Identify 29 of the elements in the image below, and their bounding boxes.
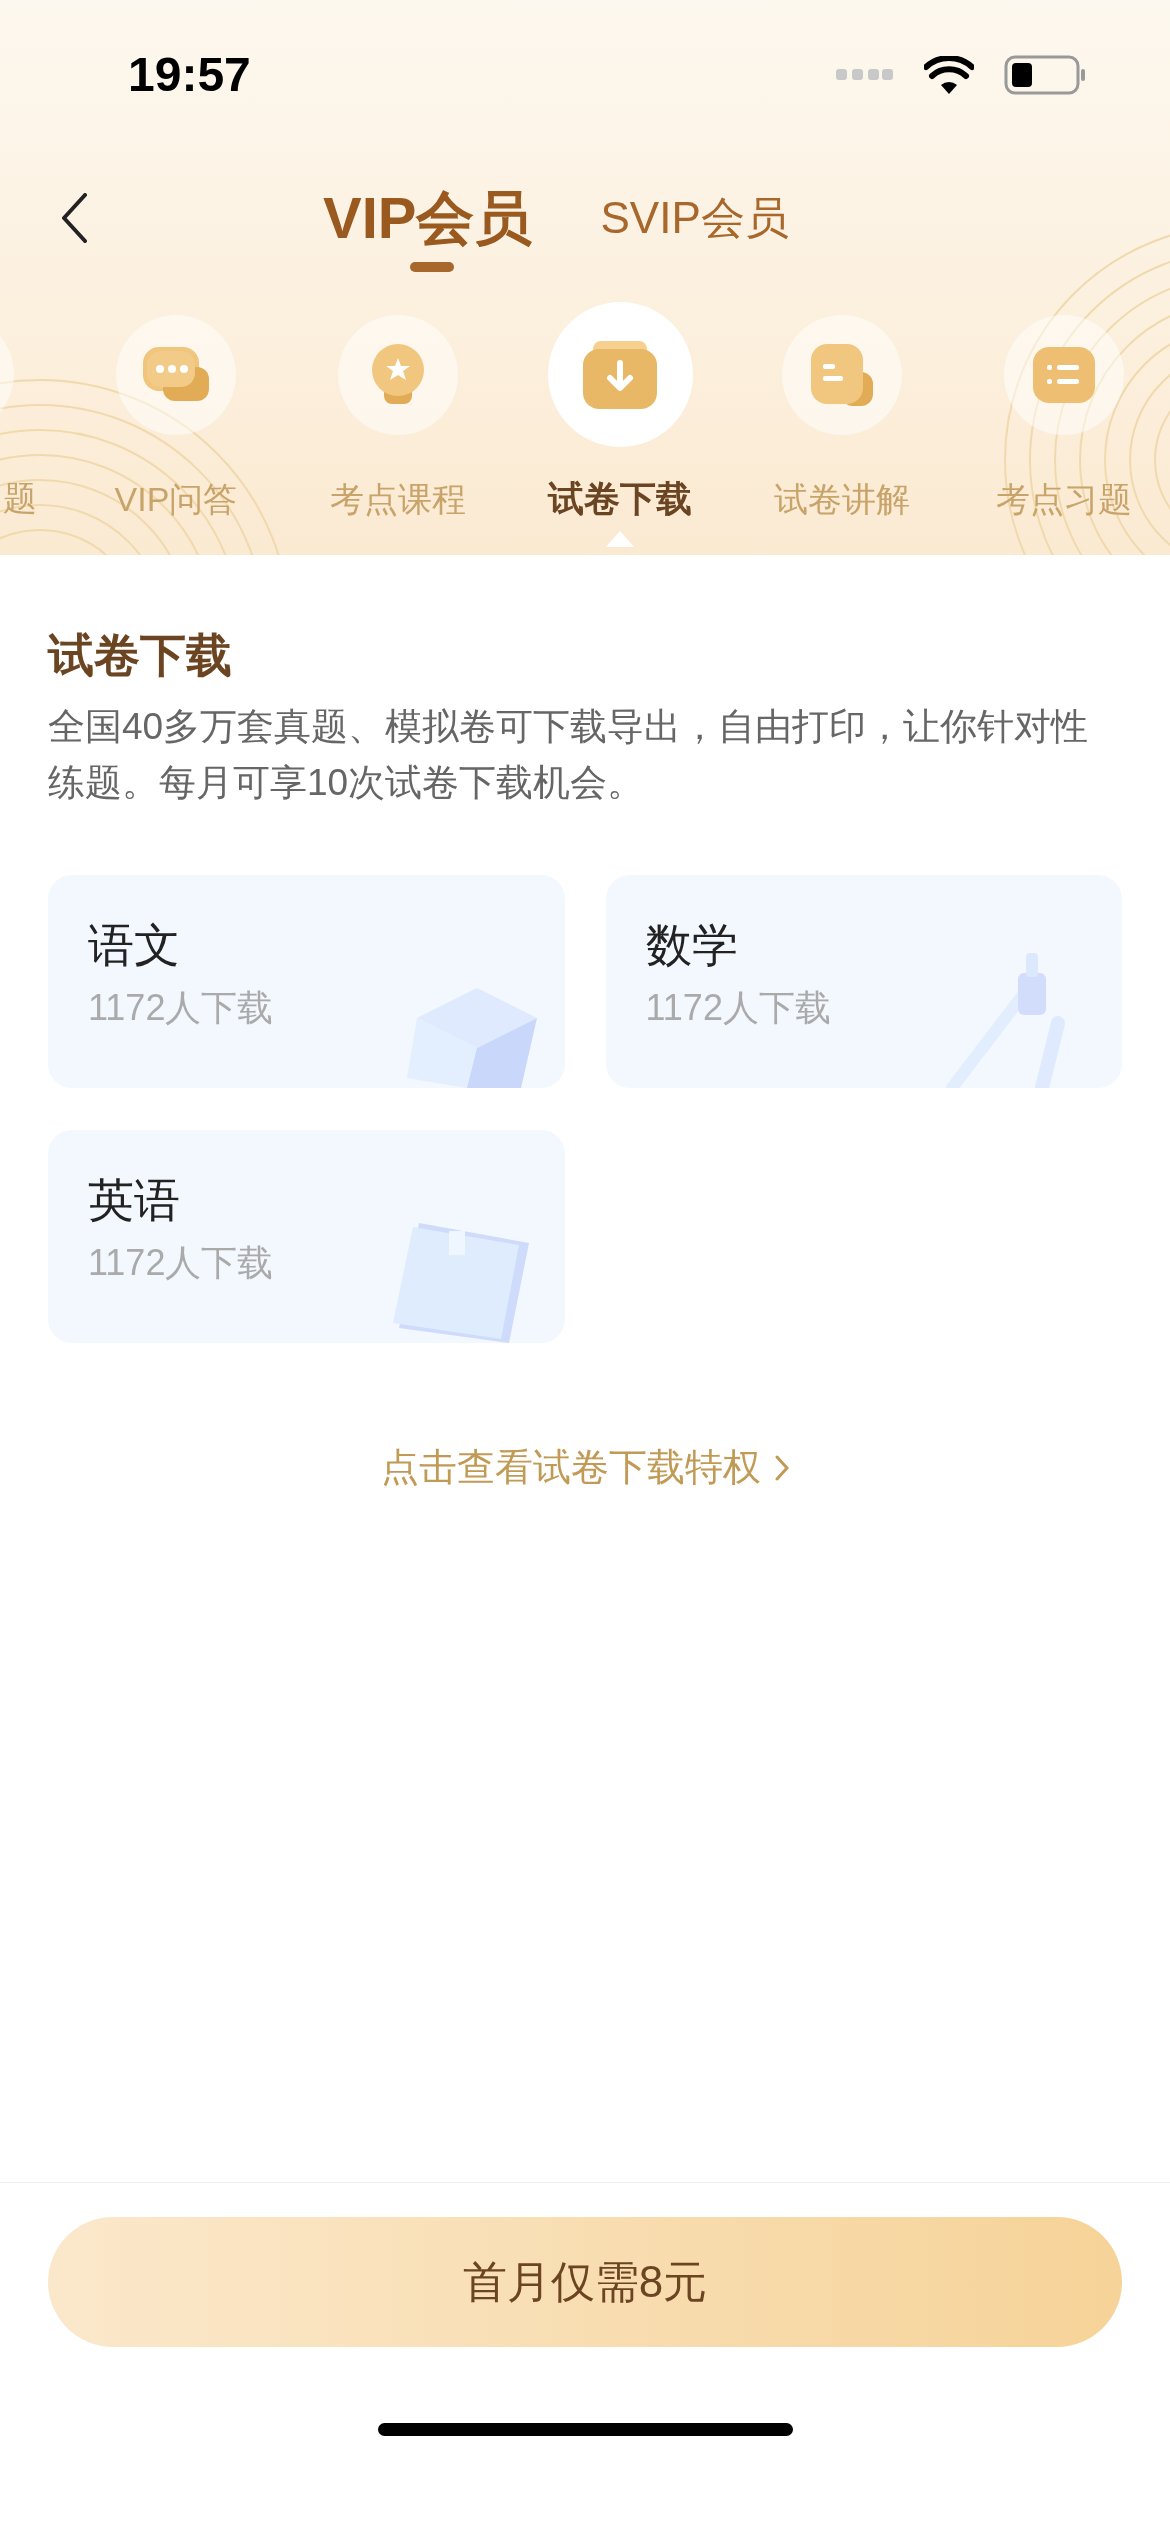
pointer-triangle-icon bbox=[606, 531, 634, 547]
section-description: 全国40多万套真题、模拟卷可下载导出，自由打印，让你针对性练题。每月可享10次试卷下载机会。 bbox=[48, 705, 1090, 805]
tab-indicator bbox=[410, 262, 454, 272]
download-count: 1172人下载 bbox=[645, 986, 832, 1030]
lightbulb-icon bbox=[370, 343, 426, 406]
chat-bubble-icon bbox=[143, 346, 209, 403]
document-icon bbox=[811, 343, 873, 406]
subject-name: 语文 bbox=[88, 918, 181, 973]
subscribe-button[interactable]: 首月仅需8元 bbox=[48, 2217, 1122, 2347]
download-count: 1172人下载 bbox=[88, 986, 275, 1030]
membership-tab[interactable]: SVIP会员 bbox=[600, 183, 789, 253]
subject-card[interactable]: 英语 1172人下载 bbox=[48, 1130, 565, 1343]
wifi-icon bbox=[924, 56, 974, 94]
subject-name: 英语 bbox=[88, 1173, 181, 1228]
status-time: 19:57 bbox=[128, 47, 251, 103]
privilege-link[interactable]: 点击查看试卷下载特权 bbox=[381, 1439, 789, 1496]
battery-icon bbox=[1004, 55, 1086, 95]
subject-card[interactable]: 语文 1172人下载 bbox=[48, 875, 565, 1088]
download-box-icon bbox=[583, 340, 657, 409]
cellular-signal-icon bbox=[836, 69, 894, 81]
membership-tab[interactable]: VIP会员 bbox=[323, 183, 533, 263]
chevron-right-icon bbox=[775, 1454, 789, 1481]
feature-item[interactable]: 试卷下载 bbox=[509, 302, 731, 547]
subject-name: 数学 bbox=[645, 918, 739, 973]
section-title: 试卷下载 bbox=[48, 628, 233, 683]
chevron-left-icon bbox=[61, 193, 87, 243]
list-icon bbox=[1033, 346, 1095, 403]
download-count: 1172人下载 bbox=[88, 1241, 275, 1285]
subject-card[interactable]: 数学 1172人下载 bbox=[605, 875, 1122, 1088]
